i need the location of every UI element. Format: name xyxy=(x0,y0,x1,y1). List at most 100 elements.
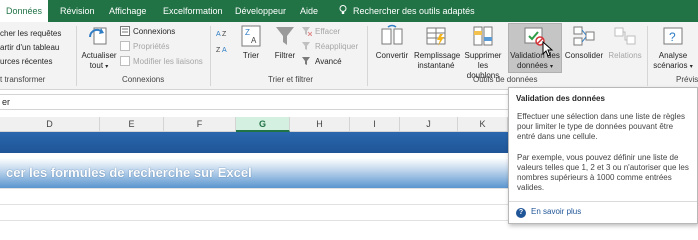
tab-affichage[interactable]: Affichage xyxy=(109,0,146,22)
tab-developpeur[interactable]: Développeur xyxy=(235,0,286,22)
connections-button[interactable]: Connexions xyxy=(120,26,175,38)
advanced-filter-label: Avancé xyxy=(315,57,342,66)
from-table-button[interactable]: artir d'un tableau xyxy=(0,42,59,54)
group-separator xyxy=(76,26,77,86)
group-separator xyxy=(210,26,211,86)
connections-icon xyxy=(120,26,130,36)
refresh-icon xyxy=(88,27,107,45)
consolidate-button[interactable]: Consolider xyxy=(563,24,605,61)
chevron-down-icon: ▾ xyxy=(549,64,553,70)
column-header-f[interactable]: F xyxy=(164,117,236,132)
tooltip-title: Validation des données xyxy=(516,94,605,103)
tab-revision[interactable]: Révision xyxy=(60,0,95,22)
group-label-sort-filter: Trier et filtrer xyxy=(268,75,314,84)
reapply-button[interactable]: Réappliquer xyxy=(302,41,358,53)
column-header-k[interactable]: K xyxy=(458,117,508,132)
group-label-get-transform: t transformer xyxy=(0,75,46,84)
relationships-icon xyxy=(614,27,636,45)
column-header-d[interactable]: D xyxy=(0,117,100,132)
tab-aide[interactable]: Aide xyxy=(300,0,318,22)
mouse-cursor-icon xyxy=(542,41,554,57)
text-to-columns-button[interactable]: Convertir xyxy=(372,24,412,61)
edit-links-icon xyxy=(120,56,130,66)
clear-filter-label: Effacer xyxy=(315,27,341,36)
consolidate-icon xyxy=(573,26,595,46)
consolidate-label: Consolider xyxy=(564,51,604,60)
lightbulb-icon xyxy=(339,5,347,14)
data-validation-tooltip: Validation des données Effectuer une sél… xyxy=(508,87,698,224)
clear-filter-icon xyxy=(302,27,312,36)
remove-duplicates-icon xyxy=(473,26,493,46)
column-header-e[interactable]: E xyxy=(100,117,164,132)
properties-label: Propriétés xyxy=(133,42,170,51)
svg-text:A: A xyxy=(222,47,227,54)
what-if-analysis-button[interactable]: ? Analyse scénarios ▾ xyxy=(650,24,696,72)
group-label-connexions: Connexions xyxy=(122,75,165,84)
tell-me-search[interactable]: Rechercher des outils adaptés xyxy=(339,0,475,22)
ribbon-tab-bar: Données Révision Affichage Excelformatio… xyxy=(0,0,698,22)
what-if-analysis-label-2: scénarios xyxy=(653,61,688,70)
what-if-analysis-label-1: Analyse xyxy=(658,51,688,60)
group-separator xyxy=(367,26,368,86)
filter-funnel-icon xyxy=(276,27,294,45)
remove-duplicates-button[interactable]: Supprimer les doublons xyxy=(461,24,505,81)
svg-text:Z: Z xyxy=(216,47,221,54)
sort-za-icon: ZA xyxy=(216,47,227,54)
edit-links-button[interactable]: Modifier les liaisons xyxy=(120,56,203,68)
sort-az-button[interactable]: AZ xyxy=(216,28,228,40)
filter-button[interactable]: Filtrer xyxy=(270,24,300,61)
chevron-down-icon: ▾ xyxy=(105,64,109,70)
properties-icon xyxy=(120,41,130,51)
text-to-columns-icon xyxy=(381,24,403,45)
sort-label: Trier xyxy=(242,51,260,60)
refresh-all-label: Actualiser tout xyxy=(81,51,117,70)
column-header-g[interactable]: G xyxy=(236,117,290,132)
tab-excelformation[interactable]: Excelformation xyxy=(163,0,223,22)
column-header-j[interactable]: J xyxy=(400,117,458,132)
svg-text:?: ? xyxy=(669,30,676,44)
ribbon: cher les requêtes artir d'un tableau urc… xyxy=(0,22,698,90)
recent-sources-button[interactable]: urces récentes xyxy=(0,56,52,68)
filter-label: Filtrer xyxy=(274,51,296,60)
tooltip-help-label: En savoir plus xyxy=(531,207,582,216)
connections-label: Connexions xyxy=(133,27,176,36)
column-header-i[interactable]: I xyxy=(350,117,400,132)
relationships-button[interactable]: Relations xyxy=(606,24,644,61)
group-label-data-tools: Outils de données xyxy=(473,75,538,84)
sort-za-button[interactable]: ZA xyxy=(216,44,228,56)
tell-me-label: Rechercher des outils adaptés xyxy=(353,6,475,16)
what-if-analysis-icon: ? xyxy=(663,27,683,45)
flash-fill-icon xyxy=(426,27,446,46)
tooltip-description: Effectuer une sélection dans une liste d… xyxy=(517,112,685,141)
group-separator xyxy=(647,26,648,86)
advanced-filter-button[interactable]: Avancé xyxy=(302,56,342,68)
svg-text:A: A xyxy=(251,36,257,45)
sheet-title: cer les formules de recherche sur Excel xyxy=(6,165,252,180)
tooltip-example: Par exemple, vous pouvez définir une lis… xyxy=(517,153,689,192)
reapply-icon xyxy=(302,42,310,50)
sort-az-icon: AZ xyxy=(216,31,227,38)
svg-text:Z: Z xyxy=(222,31,227,38)
group-label-forecast: Prévis xyxy=(676,75,698,84)
edit-links-label: Modifier les liaisons xyxy=(133,57,203,66)
flash-fill-label: Remplissage instantané xyxy=(414,51,461,70)
tooltip-help-link[interactable]: ? En savoir plus xyxy=(516,207,581,218)
relationships-label: Relations xyxy=(608,51,642,60)
properties-button[interactable]: Propriétés xyxy=(120,41,169,53)
sort-icon: Z A xyxy=(241,25,261,47)
refresh-all-button[interactable]: Actualiser tout ▾ xyxy=(80,24,118,72)
chevron-down-icon: ▾ xyxy=(689,64,693,70)
get-queries-button[interactable]: cher les requêtes xyxy=(0,28,61,40)
column-header-h[interactable]: H xyxy=(290,117,350,132)
tab-donnees[interactable]: Données xyxy=(0,0,49,22)
flash-fill-button[interactable]: Remplissage instantané xyxy=(414,24,461,71)
svg-text:A: A xyxy=(216,31,221,38)
svg-text:Z: Z xyxy=(245,28,250,37)
reapply-label: Réappliquer xyxy=(315,42,359,51)
tooltip-divider xyxy=(509,201,697,202)
clear-filter-button[interactable]: Effacer xyxy=(302,26,340,38)
text-to-columns-label: Convertir xyxy=(375,51,409,60)
formula-bar-text: er xyxy=(2,97,11,107)
help-icon: ? xyxy=(516,208,526,218)
sort-button[interactable]: Z A Trier xyxy=(236,24,266,61)
